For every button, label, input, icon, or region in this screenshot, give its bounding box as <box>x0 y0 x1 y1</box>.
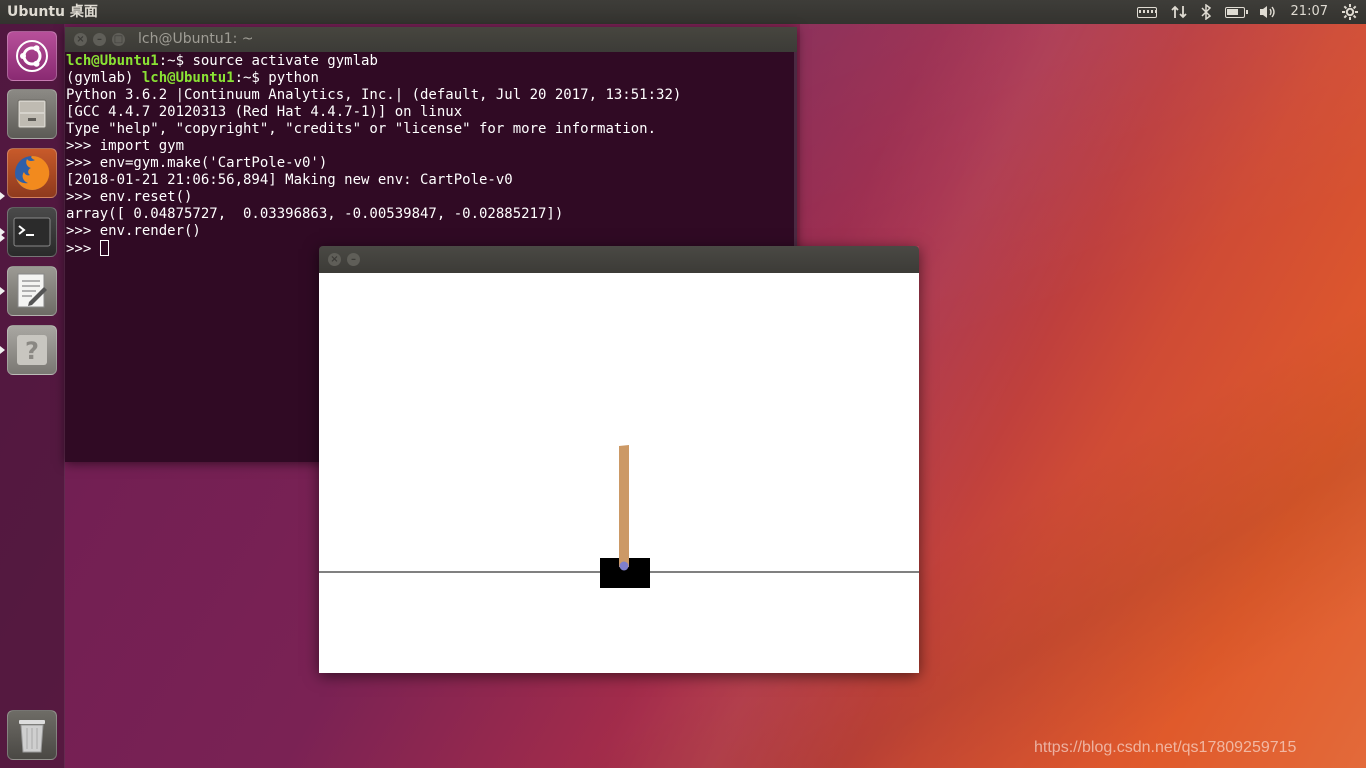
output-line: >>> env.render() <box>66 223 201 239</box>
output-line: >>> env=gym.make('CartPole-v0') <box>66 155 328 171</box>
running-indicator <box>0 346 5 354</box>
maximize-icon[interactable]: □ <box>112 33 125 46</box>
minimize-icon[interactable]: – <box>93 33 106 46</box>
output-line: >>> <box>66 241 100 257</box>
firefox-icon <box>15 155 50 190</box>
text-editor-icon <box>17 273 47 308</box>
gym-titlebar[interactable]: × – <box>319 246 919 273</box>
gear-icon[interactable] <box>1342 4 1358 20</box>
firefox-button[interactable] <box>7 148 57 198</box>
close-icon[interactable]: × <box>74 33 87 46</box>
help-question-icon: ? <box>17 335 47 365</box>
trash-icon <box>19 720 45 753</box>
gym-render-window[interactable]: × – <box>319 246 919 673</box>
conda-env: (gymlab) <box>66 70 142 86</box>
top-panel: Ubuntu 桌面 21:07 <box>0 0 1366 24</box>
output-line: Python 3.6.2 |Continuum Analytics, Inc.|… <box>66 87 682 103</box>
running-indicator <box>0 287 5 295</box>
panel-title: Ubuntu 桌面 <box>7 4 98 20</box>
svg-text:?: ? <box>25 337 39 365</box>
ubuntu-logo-icon <box>16 40 48 72</box>
launcher: ? <box>0 24 65 768</box>
indicator-area: 21:07 <box>1136 0 1358 24</box>
output-line: >>> import gym <box>66 138 185 154</box>
prompt-sep: :~$ <box>158 53 193 69</box>
file-cabinet-icon <box>17 99 47 129</box>
output-line: >>> env.reset() <box>66 189 193 205</box>
watermark: https://blog.csdn.net/qs17809259715 <box>1034 739 1297 756</box>
clock[interactable]: 21:07 <box>1291 0 1328 24</box>
close-icon[interactable]: × <box>328 253 341 266</box>
terminal-icon <box>13 217 51 247</box>
output-line: [2018-01-21 21:06:56,894] Making new env… <box>66 172 513 188</box>
files-button[interactable] <box>7 89 57 139</box>
running-indicator <box>0 234 5 242</box>
battery-icon[interactable] <box>1224 6 1248 18</box>
output-line: [GCC 4.4.7 20120313 (Red Hat 4.4.7-1)] o… <box>66 104 463 120</box>
trash-button[interactable] <box>7 710 57 760</box>
volume-icon[interactable] <box>1259 4 1277 20</box>
help-button[interactable]: ? <box>7 325 57 375</box>
axle <box>619 561 629 571</box>
cartpole-canvas <box>319 273 919 673</box>
network-icon[interactable] <box>1170 4 1187 20</box>
terminal-titlebar[interactable]: × – □ lch@Ubuntu1: ~ <box>65 27 797 52</box>
running-indicator <box>0 192 5 200</box>
output-line: array([ 0.04875727, 0.03396863, -0.00539… <box>66 206 564 222</box>
output-line: Type "help", "copyright", "credits" or "… <box>66 121 657 137</box>
keyboard-icon[interactable] <box>1136 6 1157 18</box>
prompt-sep: :~$ <box>234 70 269 86</box>
command-text: python <box>268 70 319 86</box>
command-text: source activate gymlab <box>192 53 378 69</box>
prompt-user: lch@Ubuntu1 <box>141 70 235 86</box>
dash-button[interactable] <box>7 31 57 81</box>
minimize-icon[interactable]: – <box>347 253 360 266</box>
terminal-button[interactable] <box>7 207 57 257</box>
bluetooth-icon[interactable] <box>1201 4 1211 20</box>
pole <box>619 445 629 567</box>
text-editor-button[interactable] <box>7 266 57 316</box>
prompt-user: lch@Ubuntu1 <box>66 53 159 69</box>
text-cursor <box>99 240 109 256</box>
terminal-title: lch@Ubuntu1: ~ <box>138 31 254 47</box>
